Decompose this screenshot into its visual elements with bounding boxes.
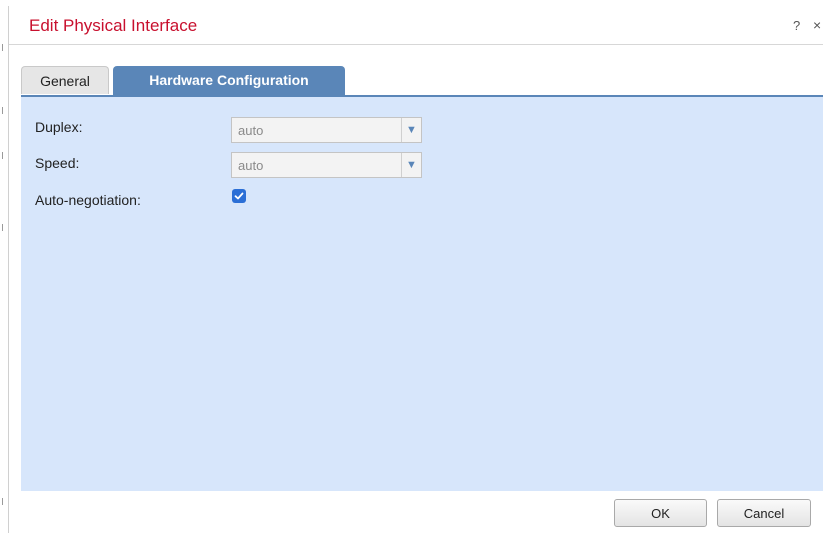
speed-select-value: auto [238, 158, 264, 173]
tab-general[interactable]: General [21, 66, 109, 94]
auto-negotiation-checkbox[interactable] [232, 189, 246, 203]
tab-hardware-configuration[interactable]: Hardware Configuration [113, 66, 345, 96]
dialog-titlebar: Edit Physical Interface ? × [9, 6, 823, 45]
window-edge-tick [2, 152, 3, 159]
ok-button[interactable]: OK [614, 499, 707, 527]
help-icon[interactable]: ? [793, 18, 800, 33]
chevron-down-icon: ▼ [401, 118, 421, 142]
chevron-down-icon: ▼ [401, 153, 421, 177]
window-edge-tick [2, 498, 3, 505]
edit-physical-interface-dialog: Edit Physical Interface ? × General Hard… [8, 6, 823, 533]
speed-select[interactable]: auto ▼ [231, 152, 422, 178]
auto-negotiation-label: Auto-negotiation: [35, 192, 141, 208]
duplex-select-value: auto [238, 123, 264, 138]
hardware-configuration-panel: Duplex: auto ▼ Speed: auto ▼ Auto-negoti… [21, 97, 823, 491]
duplex-select[interactable]: auto ▼ [231, 117, 422, 143]
window-edge-tick [2, 224, 3, 231]
window-edge-tick [2, 44, 3, 51]
speed-label: Speed: [35, 155, 80, 171]
cancel-button[interactable]: Cancel [717, 499, 811, 527]
dialog-title: Edit Physical Interface [29, 16, 198, 35]
duplex-label: Duplex: [35, 119, 83, 135]
checkmark-icon [234, 192, 244, 200]
close-icon[interactable]: × [813, 17, 821, 33]
window-edge-tick [2, 107, 3, 114]
